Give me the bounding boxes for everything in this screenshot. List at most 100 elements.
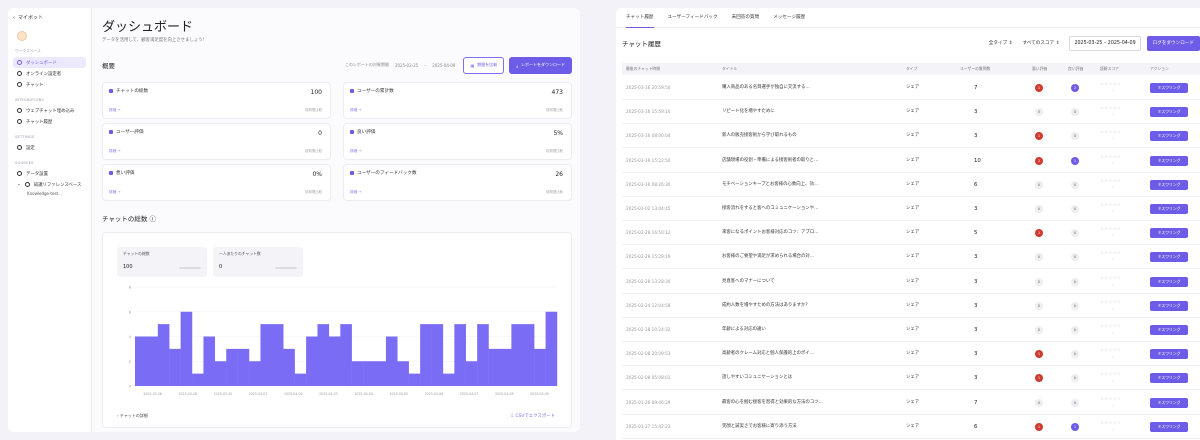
chart-bar[interactable] (135, 336, 147, 387)
chart-bar[interactable] (477, 324, 489, 386)
star-rating-icon: ☆☆☆☆☆ (1100, 202, 1122, 207)
table-row[interactable]: 2025-02-18 10:24:32 年齢による対応の違い シェア 3 0 0 ☆☆☆☆☆… (622, 318, 1200, 342)
sidebar-item-online[interactable]: オンライン設定者 (13, 68, 86, 79)
metric-detail-link[interactable]: 詳細 → (350, 108, 361, 113)
chart-bar[interactable] (522, 324, 535, 386)
table-row[interactable]: 2025-03-16 15:59:10 リピート化を増やすために シェア 3 0 0 ☆☆☆… (622, 100, 1200, 125)
compare-period-button[interactable]: ▦ 期間を比較 (463, 56, 505, 74)
table-row[interactable]: 2025-03-16 20:59:50 購入商品のある名目選手が独自に交流する..… (622, 76, 1200, 100)
back-link[interactable]: ‹ マイボット (13, 14, 86, 22)
metric-detail-link[interactable]: 詳細 → (109, 108, 120, 113)
chart-bar[interactable] (408, 373, 421, 386)
feedback-button[interactable]: ミスワリング (1150, 252, 1188, 263)
table-row[interactable]: 2025-03-02 13:04:45 接客流れをすると客へのコミュニケーションや… (622, 197, 1200, 221)
chart-bar[interactable] (374, 361, 387, 386)
table-row[interactable]: 2025-02-28 13:28:30 見直客へのマナーについて シェア 3 0 0 ☆☆☆… (622, 270, 1200, 294)
feedback-button[interactable]: ミスワリング (1150, 204, 1188, 214)
chart-bar[interactable] (442, 373, 455, 386)
sidebar-item-knowledge[interactable]: ⌄ 知識リファレンスベース (13, 179, 86, 190)
chart-bar[interactable] (545, 311, 558, 386)
table-row[interactable]: 2025-01-26 09:46:29 最客の心を掴む接客を習得と効果的な方法のコ… (622, 391, 1200, 415)
chart-bar[interactable] (192, 373, 204, 386)
sidebar-subitem-knowledge[interactable]: Knowledge-test... (13, 190, 86, 198)
chart-bar[interactable] (340, 324, 352, 386)
chart-bar[interactable] (294, 373, 307, 386)
chart-bar[interactable] (271, 324, 284, 386)
chart-bar[interactable] (385, 336, 398, 387)
table-row[interactable]: 2025-02-28 15:29:19 お客様のご要望や満足が求められる場合の対.… (622, 245, 1200, 270)
col-header: 悪い評価 (1032, 66, 1048, 71)
feedback-button[interactable]: ミスワリング (1150, 155, 1188, 166)
table-row[interactable]: 2025-03-16 15:22:50 店舗現場の役割・準備による接客術者の取りと… (622, 149, 1200, 173)
chart-bar[interactable] (488, 348, 501, 386)
chart-bar[interactable] (397, 361, 409, 386)
chart-bar[interactable] (180, 311, 193, 386)
sidebar-item-data[interactable]: データ設置 (13, 168, 86, 179)
chart-bar[interactable] (249, 361, 261, 386)
sidebar-item-settings[interactable]: 設定 (13, 142, 86, 153)
feedback-button[interactable]: ミスワリング (1150, 397, 1188, 408)
chart-bar[interactable] (169, 348, 181, 386)
export-csv-link[interactable]: ⇩ CSVでエクスポート (510, 413, 555, 419)
sidebar-item-history[interactable]: チャット履歴 (13, 116, 86, 127)
row-title: 成約人数を増やすための方法はありますか？ (722, 302, 810, 308)
chart-bar[interactable] (351, 361, 364, 386)
chart-bar[interactable] (534, 348, 546, 386)
chart-bar[interactable] (317, 324, 330, 386)
sidebar-item-chat[interactable]: チャット (13, 79, 86, 90)
tab-unanswered[interactable]: 未回答の質問 (732, 8, 760, 28)
tab-chat-history[interactable]: チャット履歴 (626, 8, 654, 28)
bad-rating-badge: 1 (1035, 84, 1043, 92)
feedback-button[interactable]: ミスワリング (1150, 228, 1188, 239)
feedback-button[interactable]: ミスワリング (1150, 373, 1188, 384)
feedback-button[interactable]: ミスワリング (1150, 131, 1188, 142)
feedback-button[interactable]: ミスワリング (1150, 421, 1188, 432)
chart-bar[interactable] (260, 324, 273, 386)
feedback-button[interactable]: ミスワリング (1150, 300, 1188, 311)
feedback-button[interactable]: ミスワリング (1150, 83, 1188, 93)
feedback-button[interactable]: ミスワリング (1150, 349, 1188, 360)
metric-detail-link[interactable]: 詳細 → (350, 149, 361, 154)
table-row[interactable]: 2025-01-27 15:42:23 笑顔と誠実さでお客様に寄り添う方法 シェア 6… (622, 415, 1200, 439)
feedback-button[interactable]: ミスワリング (1150, 276, 1188, 287)
chart-bar[interactable] (214, 361, 227, 386)
feedback-button[interactable]: ミスワリング (1150, 107, 1188, 118)
chart-bar[interactable] (283, 348, 295, 386)
sidebar-item-webchat[interactable]: ウェブチャット埋め込み (13, 105, 86, 116)
score-filter-select[interactable]: すべてのスコア ⇕ (1022, 40, 1059, 46)
chart-bar[interactable] (306, 336, 318, 387)
chat-detail-toggle[interactable]: › チャットの詳細 (117, 413, 148, 419)
tab-message-history[interactable]: メッセージ履歴 (773, 8, 805, 28)
chart-bar[interactable] (431, 324, 444, 386)
download-report-button[interactable]: ⤓ レポートをダウンロード (509, 56, 572, 74)
chart-bar[interactable] (454, 324, 466, 386)
metric-detail-link[interactable]: 詳細 → (109, 149, 120, 154)
table-row[interactable]: 2025-03-16 08:00:04 新人の販売接客術から学び取れるもの シェア 3… (622, 124, 1200, 149)
chart-bar[interactable] (157, 324, 170, 386)
feedback-button[interactable]: ミスワリング (1150, 179, 1188, 190)
table-row[interactable]: 2025-02-08 20:09:53 高齢者のクレーム対応と個人保護的上のポイ.… (622, 342, 1200, 367)
metric-detail-link[interactable]: 詳細 → (109, 190, 120, 195)
chart-bar[interactable] (499, 348, 512, 386)
chart-bar[interactable] (328, 336, 341, 387)
chart-bar[interactable] (420, 324, 432, 386)
col-header[interactable]: 最後のチャット時間 (626, 63, 660, 75)
chart-bar[interactable] (511, 324, 523, 386)
chart-bar[interactable] (237, 348, 250, 386)
chart-bar[interactable] (226, 348, 238, 386)
chart-bar[interactable] (363, 361, 375, 386)
feedback-button[interactable]: ミスワリング (1150, 325, 1188, 335)
table-row[interactable]: 2025-02-08 05:08:01 話しやすいコミュニケーションとは シェア 3 1… (622, 366, 1200, 391)
metric-detail-link[interactable]: 詳細 → (350, 190, 361, 195)
chart-bar[interactable] (146, 336, 159, 387)
table-row[interactable]: 2025-03-16 08:26:30 モチベーションキープとお客様の心象向上、効… (622, 173, 1200, 197)
table-row[interactable]: 2025-02-24 12:04:58 成約人数を増やすための方法はありますか？ シ… (622, 294, 1200, 318)
table-row[interactable]: 2025-02-28 16:50:12 来客になるポイントお客様対応のコツ：アプロ… (622, 221, 1200, 246)
date-range-picker[interactable]: 2025-03-25 – 2025-04-09 (1069, 35, 1141, 51)
chart-bar[interactable] (465, 361, 478, 386)
download-log-button[interactable]: ログをダウンロード (1146, 35, 1200, 51)
tab-user-feedback[interactable]: ユーザーフィードバック (668, 8, 718, 28)
chart-bar[interactable] (203, 336, 216, 387)
type-filter-select[interactable]: 全タイプ ⇕ (989, 40, 1013, 46)
sidebar-item-dashboard[interactable]: ダッシュボード (13, 57, 86, 68)
